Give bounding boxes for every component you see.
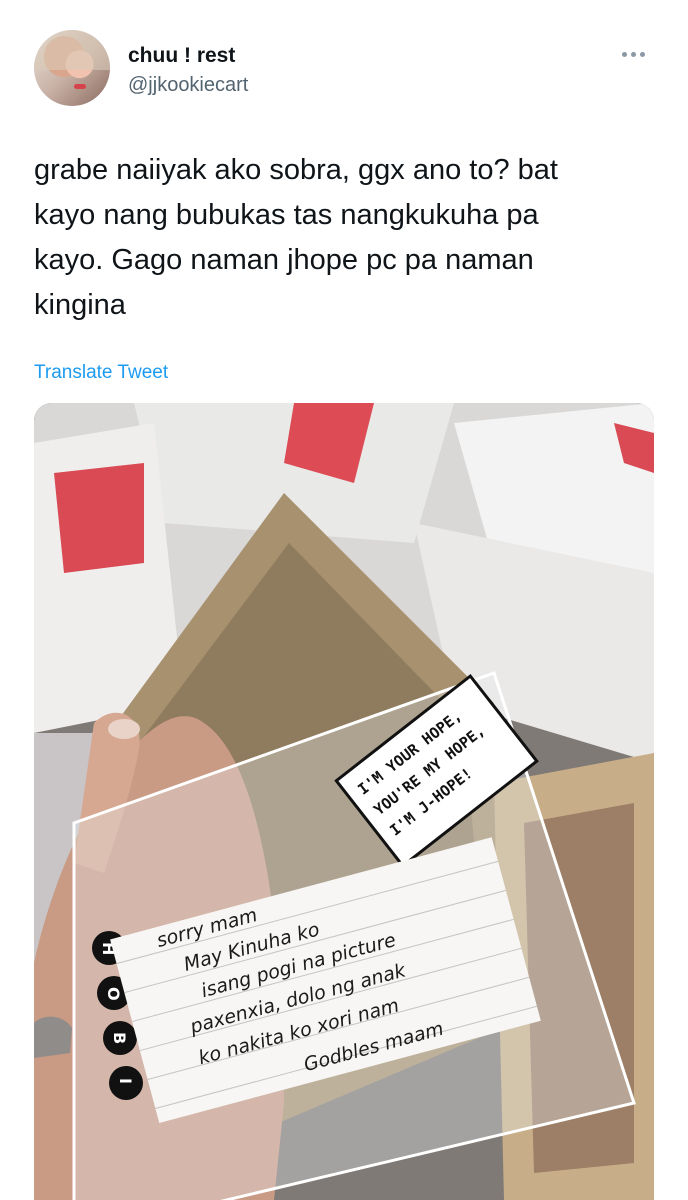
sleeve-letter-b: B [110,1032,129,1044]
user-handle[interactable]: @jjkookiecart [128,74,248,97]
display-name[interactable]: chuu ! rest [128,44,235,68]
tweet-photo[interactable]: I'M YOUR HOPE, YOU'RE MY HOPE, I'M J-HOP… [34,403,654,1200]
tweet-text: grabe naiiyak ako sobra, ggx ano to? bat… [34,154,558,321]
avatar[interactable] [34,30,110,106]
more-dots-icon[interactable] [622,44,652,64]
sleeve-letter-o: O [104,987,123,1001]
tweet-header: chuu ! rest @jjkookiecart [0,0,688,120]
translate-tweet-link[interactable]: Translate Tweet [34,362,168,384]
sleeve-letter-i: I [116,1078,135,1084]
